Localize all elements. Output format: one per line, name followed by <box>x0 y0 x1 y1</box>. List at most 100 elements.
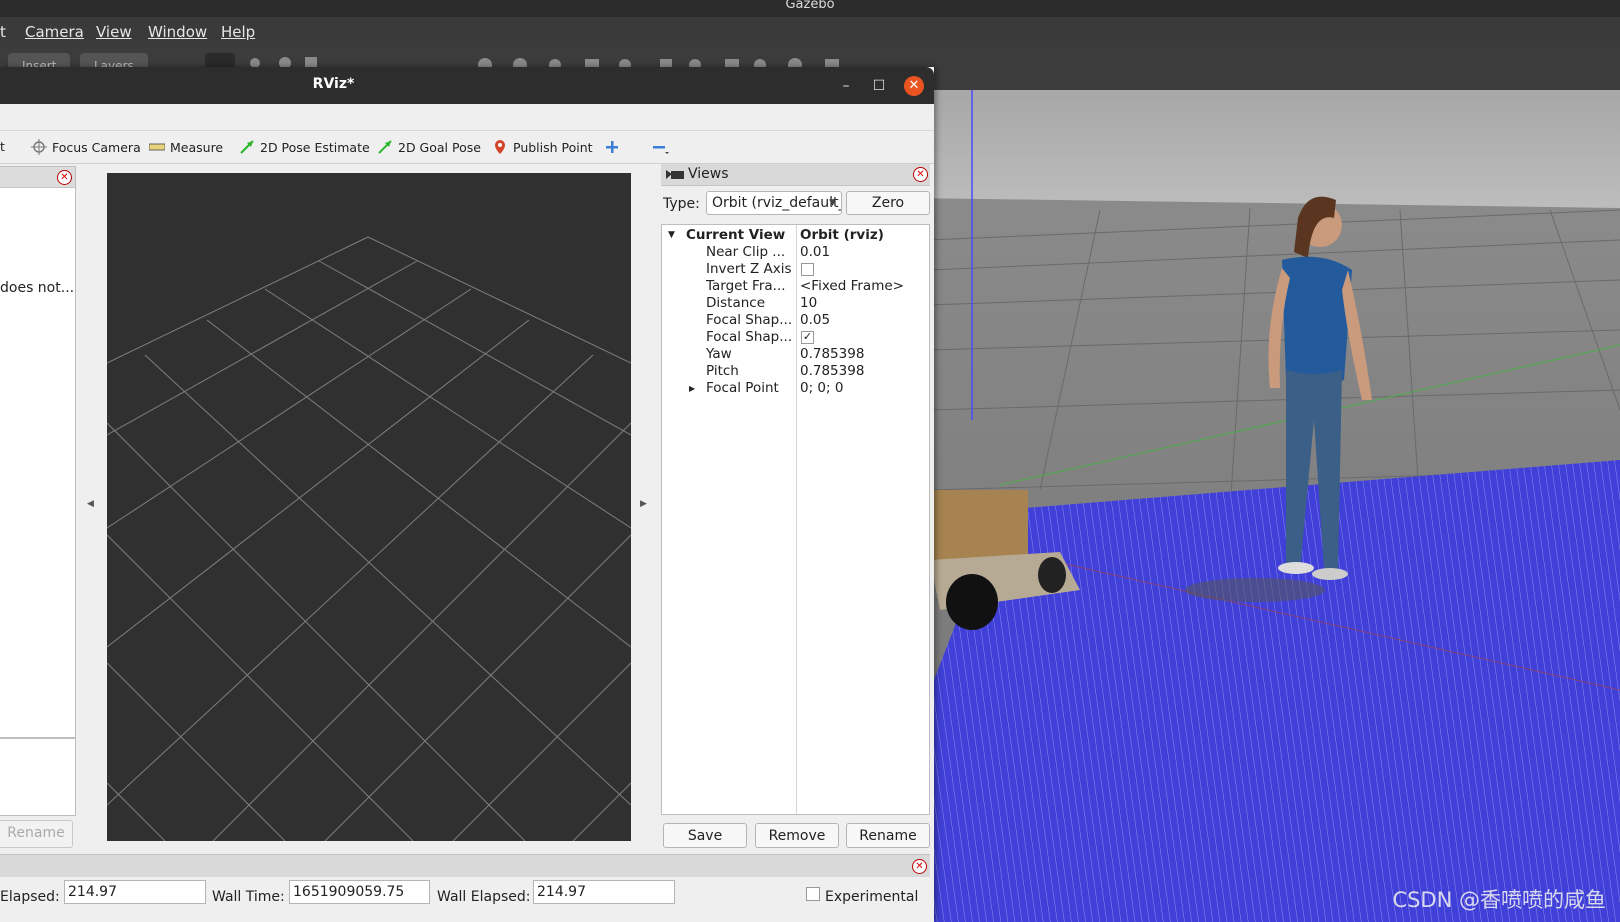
crosshair-icon <box>31 139 47 155</box>
views-property-tree: ▼ Current View Orbit (rviz) Near Clip ..… <box>661 224 930 815</box>
time-panel-header: ✕ <box>0 854 930 877</box>
map-pin-icon <box>492 139 508 155</box>
tool-interact[interactable]: t <box>0 139 5 154</box>
tool-measure[interactable]: Measure <box>148 139 224 155</box>
tree-row-focal-shape-fixed[interactable]: Focal Shap... ✓ <box>662 329 929 346</box>
expand-down-icon[interactable]: ▼ <box>668 227 675 244</box>
gazebo-menu-bar: t Camera View Window Help <box>0 17 1620 47</box>
tree-row-yaw[interactable]: Yaw 0.785398 <box>662 346 929 363</box>
tool-2d-goal-pose-label: 2D Goal Pose <box>398 139 481 155</box>
green-arrow-icon <box>377 139 393 155</box>
near-clip-value[interactable]: 0.01 <box>800 244 830 261</box>
remove-tool-button[interactable] <box>651 139 669 155</box>
gazebo-menu-edit[interactable]: t <box>0 23 6 41</box>
distance-value[interactable]: 10 <box>800 295 817 312</box>
tree-row-invert-z[interactable]: Invert Z Axis <box>662 261 929 278</box>
views-save-button[interactable]: Save <box>663 823 747 848</box>
rviz-menu-bar <box>0 104 934 131</box>
display-description-box <box>0 738 76 816</box>
rviz-title-bar[interactable]: RViz* – ☐ ✕ <box>0 67 934 104</box>
close-time-icon[interactable]: ✕ <box>912 859 927 874</box>
splitter-right-arrow-icon[interactable]: ▶ <box>640 499 647 509</box>
experimental-checkbox[interactable] <box>806 887 820 901</box>
current-view-key: Current View <box>686 227 786 243</box>
tree-row-near-clip[interactable]: Near Clip ... 0.01 <box>662 244 929 261</box>
focal-shape-size-key: Focal Shap... <box>706 312 793 328</box>
minus-icon <box>651 139 669 155</box>
gazebo-menu-camera[interactable]: Camera <box>25 23 84 41</box>
pitch-value[interactable]: 0.785398 <box>800 363 864 380</box>
tool-2d-pose-estimate[interactable]: 2D Pose Estimate <box>239 139 370 155</box>
displays-panel-header: ✕ <box>0 167 75 188</box>
chevron-down-icon: ▼ <box>829 198 836 208</box>
ros-elapsed-field[interactable]: 214.97 <box>64 880 206 904</box>
green-arrow-icon <box>239 139 255 155</box>
wall-elapsed-label: Wall Elapsed: <box>437 889 531 905</box>
tool-focus-camera[interactable]: Focus Camera <box>31 139 141 155</box>
pitch-key: Pitch <box>706 363 739 379</box>
views-panel-header: Views ✕ <box>661 164 930 186</box>
wall-elapsed-field[interactable]: 214.97 <box>533 880 675 904</box>
focal-shape-size-value[interactable]: 0.05 <box>800 312 830 329</box>
focal-point-key: Focal Point <box>706 380 779 396</box>
plus-icon <box>604 139 620 155</box>
views-type-value: Orbit (rviz_default_plugins) <box>712 195 841 211</box>
near-clip-key: Near Clip ... <box>706 244 786 260</box>
gazebo-menu-help[interactable]: Help <box>221 23 255 41</box>
focal-shape-fixed-checkbox[interactable]: ✓ <box>801 331 814 344</box>
tool-focus-camera-label: Focus Camera <box>52 139 141 155</box>
views-zero-button[interactable]: Zero <box>846 191 930 215</box>
splitter-left-arrow-icon[interactable]: ◀ <box>87 499 94 509</box>
target-frame-key: Target Fra... <box>706 278 786 294</box>
tool-2d-goal-pose[interactable]: 2D Goal Pose <box>377 139 481 155</box>
yaw-value[interactable]: 0.785398 <box>800 346 864 363</box>
gazebo-menu-window[interactable]: Window <box>148 23 207 41</box>
expand-right-icon[interactable]: ▶ <box>689 380 695 397</box>
views-panel-title: Views <box>688 166 729 182</box>
maximize-icon[interactable]: ☐ <box>869 76 889 96</box>
rviz-window: RViz* – ☐ ✕ t Focus Camera Measure 2D Po… <box>0 67 934 922</box>
wall-time-label: Wall Time: <box>212 889 285 905</box>
focal-point-value[interactable]: 0; 0; 0 <box>800 380 843 397</box>
views-remove-button[interactable]: Remove <box>755 823 839 848</box>
views-type-select[interactable]: Orbit (rviz_default_plugins) ▼ <box>706 191 842 215</box>
tree-row-pitch[interactable]: Pitch 0.785398 <box>662 363 929 380</box>
gazebo-menu-view[interactable]: View <box>96 23 132 41</box>
displays-rename-button[interactable]: Rename <box>0 820 73 848</box>
displays-panel: ✕ does not... <box>0 166 76 738</box>
rviz-tool-bar: t Focus Camera Measure 2D Pose Estimate … <box>0 131 934 164</box>
focal-shape-fixed-key: Focal Shap... <box>706 329 793 345</box>
rviz-window-title: RViz* <box>312 76 355 92</box>
tool-publish-point-label: Publish Point <box>513 139 593 155</box>
csdn-watermark: CSDN @香喷喷的咸鱼 <box>1392 888 1606 912</box>
tree-row-focal-point[interactable]: ▶ Focal Point 0; 0; 0 <box>662 380 929 397</box>
invert-z-key: Invert Z Axis <box>706 261 792 277</box>
tool-interact-label: t <box>0 139 5 154</box>
ros-elapsed-label: Elapsed: <box>0 889 60 905</box>
ruler-icon <box>148 139 166 155</box>
tree-row-focal-shape-size[interactable]: Focal Shap... 0.05 <box>662 312 929 329</box>
close-icon[interactable]: ✕ <box>904 76 924 96</box>
tree-row-distance[interactable]: Distance 10 <box>662 295 929 312</box>
tree-row-current-view[interactable]: ▼ Current View Orbit (rviz) <box>662 227 929 244</box>
experimental-label: Experimental <box>825 889 919 905</box>
distance-key: Distance <box>706 295 766 311</box>
tool-publish-point[interactable]: Publish Point <box>492 139 593 155</box>
target-frame-value[interactable]: <Fixed Frame> <box>800 278 904 295</box>
tool-2d-pose-estimate-label: 2D Pose Estimate <box>260 139 370 155</box>
wall-time-field[interactable]: 1651909059.75 <box>289 880 430 904</box>
views-type-label: Type: <box>663 196 700 212</box>
grid-render <box>106 236 632 842</box>
gazebo-title: Gazebo <box>785 0 835 12</box>
display-status-warning: does not... <box>0 280 75 296</box>
close-views-icon[interactable]: ✕ <box>913 167 928 182</box>
invert-z-checkbox[interactable] <box>801 263 814 276</box>
minimize-icon[interactable]: – <box>836 76 856 96</box>
rviz-3d-viewport[interactable] <box>106 173 632 842</box>
tool-measure-label: Measure <box>170 139 224 155</box>
views-rename-button[interactable]: Rename <box>846 823 930 848</box>
tree-row-target-frame[interactable]: Target Fra... <Fixed Frame> <box>662 278 929 295</box>
close-panel-icon[interactable]: ✕ <box>57 170 72 185</box>
add-tool-button[interactable] <box>604 139 620 155</box>
gazebo-title-bar: Gazebo <box>0 0 1620 17</box>
